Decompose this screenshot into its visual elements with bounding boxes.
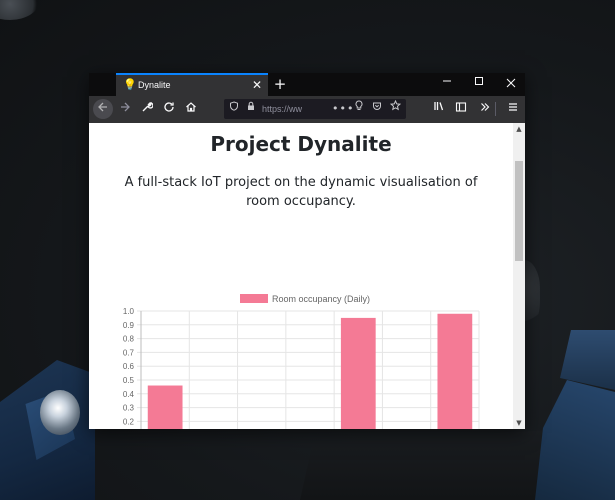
y-tick-label: 0.5 xyxy=(123,376,135,385)
vertical-scrollbar[interactable]: ▲ ▼ xyxy=(513,123,525,429)
close-window-button[interactable] xyxy=(501,75,521,93)
y-tick-label: 1.0 xyxy=(123,307,135,316)
overflow-button[interactable] xyxy=(475,99,495,119)
chart-legend[interactable]: Room occupancy (Daily) xyxy=(240,294,370,304)
minimize-icon xyxy=(443,80,451,82)
reload-icon xyxy=(164,102,174,112)
tools-button[interactable] xyxy=(137,99,157,119)
home-button[interactable] xyxy=(181,99,201,119)
tab-title: Dynalite xyxy=(138,80,171,90)
forward-button[interactable] xyxy=(115,99,135,119)
shield-icon[interactable] xyxy=(227,99,241,119)
y-tick-label: 0.8 xyxy=(123,335,135,344)
wrench-icon xyxy=(142,101,154,112)
y-tick-label: 0.4 xyxy=(123,390,135,399)
page-subtitle: A full-stack IoT project on the dynamic … xyxy=(124,175,478,209)
tab-dynalite[interactable]: 💡 Dynalite ✕ xyxy=(116,73,268,96)
legend-label: Room occupancy (Daily) xyxy=(272,294,370,304)
page-title: Project Dynalite xyxy=(210,132,392,156)
scrollbar-thumb[interactable] xyxy=(515,161,523,261)
bar-fri[interactable] xyxy=(340,317,376,429)
url-text[interactable]: https://ww xyxy=(262,99,312,119)
reload-button[interactable] xyxy=(159,99,179,119)
bookmark-star-icon[interactable] xyxy=(388,99,402,119)
arrow-right-icon xyxy=(121,102,130,112)
y-tick-label: 0.9 xyxy=(123,321,135,330)
chart-bars xyxy=(147,313,473,429)
scroll-up-arrow-icon[interactable]: ▲ xyxy=(513,123,525,135)
url-bar[interactable]: https://ww ••• xyxy=(224,99,406,119)
back-button[interactable] xyxy=(93,99,113,119)
tab-bar: 💡 Dynalite ✕ + xyxy=(89,73,525,96)
close-icon xyxy=(506,78,516,88)
y-tick-label: 0.2 xyxy=(123,417,135,426)
bar-sun[interactable] xyxy=(437,313,473,429)
menu-button[interactable] xyxy=(503,99,523,119)
library-button[interactable] xyxy=(429,99,449,119)
navigation-toolbar: https://ww ••• xyxy=(89,96,525,123)
y-axis-ticks: 1.00.90.80.70.60.50.40.30.20.10 xyxy=(123,307,135,426)
wallpaper-shape xyxy=(300,430,550,500)
occupancy-chart: Room occupancy (Daily) 1.0 0.9 0.8 0.7 0.6 0.… xyxy=(123,294,480,429)
lock-icon[interactable] xyxy=(244,99,258,119)
wallpaper-orb xyxy=(40,390,80,435)
wallpaper-shape xyxy=(0,0,40,20)
y-tick-label: 0.3 xyxy=(123,404,135,413)
maximize-button[interactable] xyxy=(469,75,489,93)
maximize-icon xyxy=(475,77,483,85)
scroll-down-arrow-icon[interactable]: ▼ xyxy=(513,417,525,429)
toolbar-divider xyxy=(495,102,496,116)
y-tick-label: 0.7 xyxy=(123,348,135,357)
pocket-icon[interactable] xyxy=(370,99,384,119)
hamburger-icon xyxy=(509,103,517,111)
new-tab-button[interactable]: + xyxy=(272,75,288,93)
chevron-double-right-icon xyxy=(481,103,490,111)
chart-grid xyxy=(137,310,480,429)
browser-window: 💡 Dynalite ✕ + https://ww ••• Project Dy… xyxy=(89,73,525,429)
home-icon xyxy=(186,102,196,112)
sidebar-icon xyxy=(455,102,467,112)
sidebar-button[interactable] xyxy=(451,99,471,119)
page-content: Project Dynalite A full-stack IoT projec… xyxy=(89,123,513,429)
wallpaper-shape xyxy=(535,380,615,500)
minimize-button[interactable] xyxy=(437,75,457,93)
lightbulb-icon: 💡 xyxy=(123,78,137,91)
desktop-background: 💡 Dynalite ✕ + https://ww ••• Project Dy… xyxy=(0,0,615,500)
arrow-left-icon xyxy=(98,102,107,112)
y-tick-label: 0.6 xyxy=(123,362,135,371)
tab-close-icon[interactable]: ✕ xyxy=(250,78,264,92)
more-actions-icon[interactable]: ••• xyxy=(332,99,353,119)
lightbulb-outline-icon[interactable] xyxy=(352,99,366,119)
library-icon xyxy=(434,102,444,111)
bar-mon[interactable] xyxy=(147,385,183,429)
legend-swatch xyxy=(240,294,268,303)
